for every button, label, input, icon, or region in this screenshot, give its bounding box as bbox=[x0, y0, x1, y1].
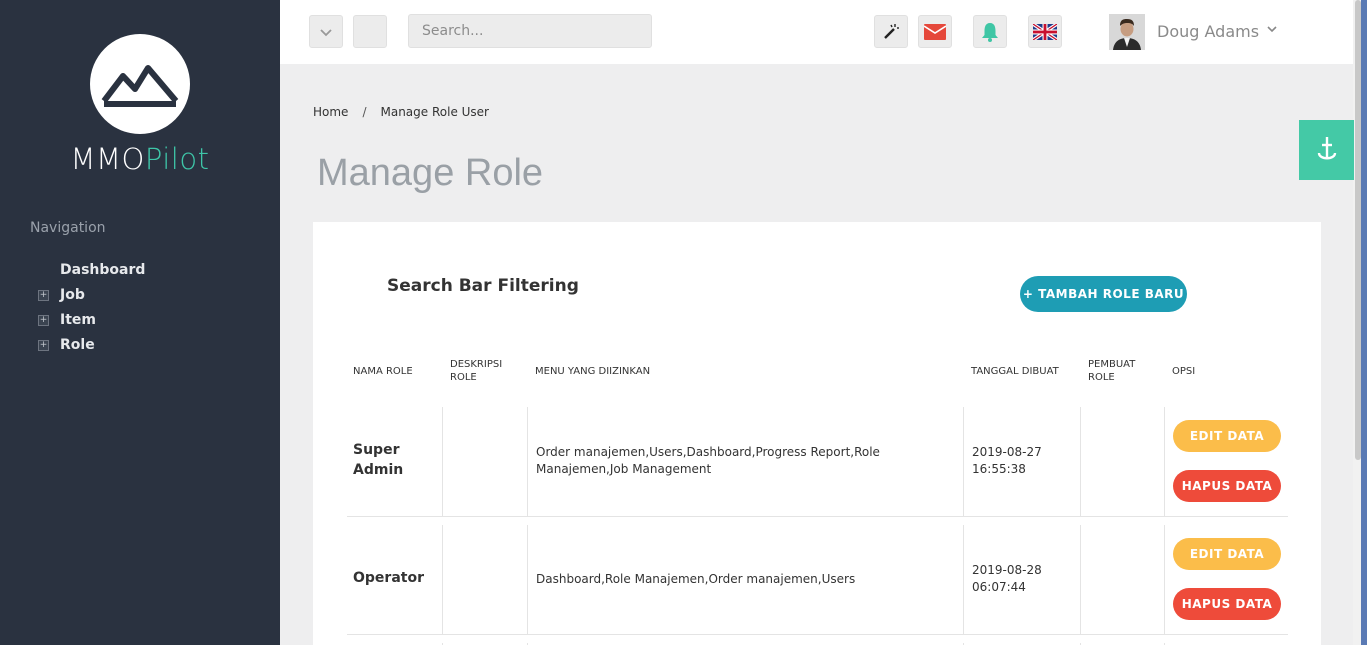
user-name[interactable]: Doug Adams bbox=[1157, 22, 1259, 41]
sidebar-item-job[interactable]: + Job bbox=[30, 285, 85, 305]
brand-name-main: MMO bbox=[70, 142, 145, 176]
logo-icon bbox=[90, 34, 190, 134]
created-date: 2019-08-27 16:55:38 bbox=[972, 445, 1042, 476]
language-button[interactable] bbox=[1028, 15, 1062, 48]
sidebar-item-label: Item bbox=[60, 312, 96, 328]
notifications-button[interactable] bbox=[973, 15, 1007, 48]
breadcrumb: Home / Manage Role User bbox=[313, 105, 489, 119]
created-date: 2019-08-28 06:07:44 bbox=[972, 563, 1042, 594]
menu-toggle-button[interactable] bbox=[353, 15, 387, 48]
brand-name: MMOPilot bbox=[0, 142, 280, 176]
breadcrumb-home[interactable]: Home bbox=[313, 105, 348, 119]
envelope-icon bbox=[924, 23, 946, 40]
messages-button[interactable] bbox=[918, 15, 952, 48]
sidebar: MMOPilot Navigation Dashboard + Job + It… bbox=[0, 0, 280, 645]
expand-icon: + bbox=[38, 289, 49, 301]
delete-button[interactable]: HAPUS DATA bbox=[1173, 470, 1281, 502]
sidebar-item-label: Job bbox=[60, 287, 85, 303]
chevron-down-icon bbox=[320, 28, 332, 36]
delete-button[interactable]: HAPUS DATA bbox=[1173, 588, 1281, 620]
collapse-button[interactable] bbox=[309, 15, 343, 48]
bell-icon bbox=[982, 22, 998, 42]
header-nama-role: NAMA ROLE bbox=[353, 366, 413, 377]
nav-heading: Navigation bbox=[30, 220, 106, 236]
allowed-menus: Order manajemen,Users,Dashboard,Progress… bbox=[536, 445, 880, 476]
expand-icon: + bbox=[38, 339, 49, 351]
uk-flag-icon bbox=[1033, 23, 1057, 40]
header-deskripsi-role: DESKRIPSI ROLE bbox=[450, 359, 503, 383]
settings-toggle-button[interactable] bbox=[1299, 120, 1354, 180]
role-name: Super Admin bbox=[353, 442, 404, 478]
chevron-down-icon[interactable] bbox=[1266, 24, 1278, 34]
magic-wand-icon bbox=[884, 23, 899, 39]
allowed-menus: Dashboard,Role Manajemen,Order manajemen… bbox=[536, 572, 856, 586]
brand-name-accent: Pilot bbox=[144, 142, 210, 176]
card-title: Search Bar Filtering bbox=[387, 276, 579, 296]
topbar: Doug Adams bbox=[280, 0, 1353, 64]
sidebar-item-role[interactable]: + Role bbox=[30, 335, 95, 355]
sidebar-item-item[interactable]: + Item bbox=[30, 310, 96, 330]
avatar[interactable] bbox=[1109, 14, 1145, 50]
anchor-icon bbox=[1317, 137, 1336, 160]
header-tanggal: TANGGAL DIBUAT bbox=[971, 366, 1059, 377]
breadcrumb-separator: / bbox=[362, 105, 367, 119]
header-pembuat-role: PEMBUAT ROLE bbox=[1088, 359, 1136, 383]
header-opsi: OPSI bbox=[1172, 366, 1196, 377]
add-role-button[interactable]: + TAMBAH ROLE BARU bbox=[1020, 276, 1187, 312]
header-menu: MENU YANG DIIZINKAN bbox=[535, 366, 651, 377]
expand-icon: + bbox=[38, 314, 49, 326]
magic-button[interactable] bbox=[874, 15, 908, 48]
role-table-card: Search Bar Filtering + TAMBAH ROLE BARU … bbox=[313, 222, 1321, 645]
right-panel-edge bbox=[1361, 0, 1367, 645]
role-name: Operator bbox=[353, 570, 424, 586]
page-title: Manage Role bbox=[317, 152, 544, 194]
sidebar-item-label: Dashboard bbox=[60, 262, 146, 278]
sidebar-item-label: Role bbox=[60, 337, 95, 353]
breadcrumb-current: Manage Role User bbox=[380, 105, 489, 119]
sidebar-item-dashboard[interactable]: Dashboard bbox=[30, 260, 145, 280]
edit-button[interactable]: EDIT DATA bbox=[1173, 420, 1281, 452]
edit-button[interactable]: EDIT DATA bbox=[1173, 538, 1281, 570]
search-input[interactable] bbox=[408, 14, 652, 48]
